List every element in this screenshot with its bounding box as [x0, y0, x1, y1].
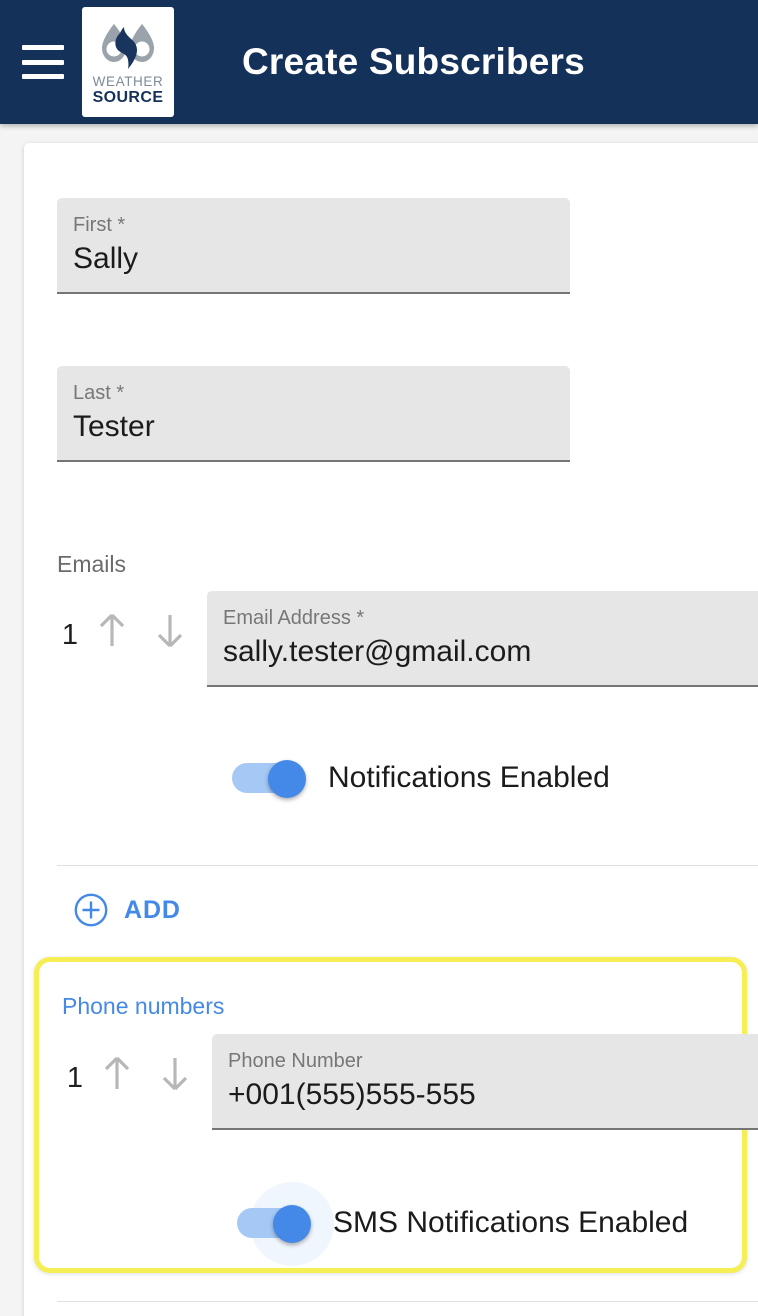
subscriber-form-card: First * Sally Last * Tester Emails 1 Ema… — [24, 143, 758, 1316]
phone-numbers-section-label: Phone numbers — [62, 993, 225, 1019]
plus-circle-icon — [74, 893, 108, 927]
add-email-label: ADD — [124, 895, 181, 924]
arrow-up-glyph — [99, 613, 125, 646]
app-screen: WEATHER SOURCE Create Subscribers First … — [0, 0, 758, 1316]
arrow-up-glyph — [104, 1056, 130, 1089]
logo-text-source: SOURCE — [92, 88, 164, 106]
toggle-thumb — [273, 1205, 311, 1243]
notifications-toggle-label: Notifications Enabled — [328, 761, 610, 794]
emails-divider — [57, 865, 758, 866]
phone-number-label: Phone Number — [228, 1050, 363, 1072]
arrow-up-icon[interactable] — [83, 601, 141, 659]
arrow-up-icon[interactable] — [88, 1044, 146, 1102]
page-title: Create Subscribers — [242, 41, 585, 82]
first-name-label: First * — [73, 214, 126, 236]
last-name-label: Last * — [73, 382, 125, 404]
sms-notifications-toggle-label: SMS Notifications Enabled — [333, 1206, 689, 1239]
phone-numbers-highlight: Phone numbers 1 Phone Number +001(555)55… — [34, 957, 758, 1273]
emails-section-label: Emails — [57, 551, 127, 577]
email-row-index: 1 — [61, 619, 79, 651]
notifications-toggle[interactable] — [232, 760, 306, 798]
sms-notifications-toggle-row: SMS Notifications Enabled — [237, 1182, 689, 1266]
phone-number-value: +001(555)555-555 — [228, 1078, 476, 1111]
hamburger-bar — [22, 74, 64, 79]
first-name-value: Sally — [73, 242, 139, 275]
notifications-toggle-row: Notifications Enabled — [232, 760, 610, 798]
app-header-toolbar: WEATHER SOURCE Create Subscribers — [0, 0, 758, 124]
arrow-down-icon[interactable] — [146, 1044, 204, 1102]
email-address-field[interactable]: Email Address * sally.tester@gmail.com — [207, 591, 758, 687]
phone-number-field[interactable]: Phone Number +001(555)555-555 — [212, 1034, 758, 1130]
phone-row-index: 1 — [66, 1062, 84, 1094]
hamburger-bar — [22, 45, 64, 50]
last-name-field[interactable]: Last * Tester — [57, 366, 570, 462]
arrow-down-icon[interactable] — [141, 601, 199, 659]
hamburger-menu-icon[interactable] — [22, 45, 64, 79]
weather-source-logo[interactable]: WEATHER SOURCE — [82, 7, 174, 117]
hamburger-bar — [22, 59, 64, 65]
toggle-thumb — [268, 760, 306, 798]
last-name-value: Tester — [73, 410, 155, 443]
add-email-button[interactable]: ADD — [74, 893, 181, 927]
weather-source-droplets-icon — [102, 24, 154, 70]
email-row-1: 1 Email Address * sally.tester@gmail.com — [57, 591, 758, 687]
email-address-value: sally.tester@gmail.com — [223, 635, 532, 668]
sms-notifications-toggle[interactable] — [237, 1182, 334, 1266]
email-address-label: Email Address * — [223, 607, 365, 629]
arrow-down-glyph — [162, 1058, 188, 1091]
logo-text-weather: WEATHER — [92, 74, 164, 90]
first-name-field[interactable]: First * Sally — [57, 198, 570, 294]
phone-row-1: 1 Phone Number +001(555)555-555 — [62, 1034, 758, 1130]
phones-divider — [57, 1301, 758, 1302]
arrow-down-glyph — [157, 615, 183, 648]
